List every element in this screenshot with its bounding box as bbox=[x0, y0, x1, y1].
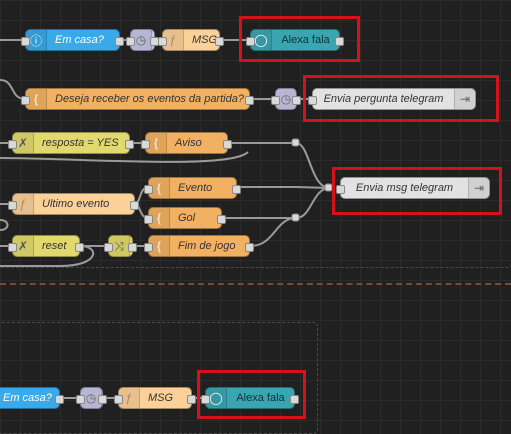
input-port[interactable] bbox=[144, 243, 153, 252]
switch-node[interactable]: ⤨ bbox=[104, 235, 137, 257]
output-port[interactable] bbox=[215, 37, 224, 46]
junction bbox=[291, 213, 300, 222]
output-port[interactable] bbox=[187, 395, 196, 404]
input-port[interactable] bbox=[126, 37, 135, 46]
highlight-box bbox=[332, 167, 502, 215]
node-label: Fim de jogo bbox=[178, 240, 236, 252]
em-casa-node[interactable]: ⓘ Em casa? bbox=[21, 29, 124, 51]
evento-template-node[interactable]: { Evento bbox=[144, 177, 241, 199]
node-label: Evento bbox=[178, 182, 213, 194]
highlight-box bbox=[239, 16, 360, 62]
node-label: Último evento bbox=[42, 198, 110, 210]
output-port[interactable] bbox=[217, 215, 226, 224]
node-label: Aviso bbox=[175, 137, 202, 149]
output-port[interactable] bbox=[130, 201, 139, 210]
reset-change-node[interactable]: ✗ reset bbox=[8, 235, 84, 257]
input-port[interactable] bbox=[21, 37, 30, 46]
input-port[interactable] bbox=[271, 96, 280, 105]
gol-template-node[interactable]: { Gol bbox=[144, 207, 226, 229]
highlight-box bbox=[303, 75, 499, 122]
input-port[interactable] bbox=[8, 140, 17, 149]
output-port[interactable] bbox=[75, 243, 84, 252]
output-port[interactable] bbox=[128, 243, 137, 252]
output-port[interactable] bbox=[245, 96, 254, 105]
node-label: Deseja receber os eventos da partida? bbox=[55, 93, 244, 105]
node-label: Em casa? bbox=[55, 34, 104, 46]
msg-function-node-bottom[interactable]: ƒ MSG bbox=[114, 387, 196, 409]
delay-node-bottom[interactable]: ◷ bbox=[76, 387, 107, 409]
input-port[interactable] bbox=[144, 215, 153, 224]
deseja-template-node[interactable]: { Deseja receber os eventos da partida? bbox=[21, 88, 254, 110]
node-label: Em casa? bbox=[3, 392, 52, 404]
input-port[interactable] bbox=[8, 243, 17, 252]
input-port[interactable] bbox=[144, 185, 153, 194]
input-port[interactable] bbox=[8, 201, 17, 210]
output-port[interactable] bbox=[98, 395, 107, 404]
resposta-change-node[interactable]: ✗ resposta = YES bbox=[8, 132, 134, 154]
input-port[interactable] bbox=[21, 96, 30, 105]
node-label: MSG bbox=[148, 392, 174, 404]
wire bbox=[0, 219, 9, 231]
wire bbox=[237, 186, 331, 189]
delay-node[interactable]: ◷ bbox=[126, 29, 159, 51]
input-port[interactable] bbox=[104, 243, 113, 252]
output-port[interactable] bbox=[232, 185, 241, 194]
em-casa-node-bottom[interactable]: Em casa? bbox=[0, 387, 64, 409]
input-port[interactable] bbox=[141, 140, 150, 149]
aviso-template-node[interactable]: { Aviso bbox=[141, 132, 232, 154]
output-port[interactable] bbox=[115, 37, 124, 46]
node-label: MSG bbox=[192, 34, 218, 46]
wire bbox=[228, 142, 331, 189]
output-port[interactable] bbox=[55, 395, 64, 404]
output-port[interactable] bbox=[245, 243, 254, 252]
ultimo-evento-function-node[interactable]: ƒ Último evento bbox=[8, 193, 139, 215]
node-label: reset bbox=[42, 240, 67, 252]
fim-de-jogo-template-node[interactable]: { Fim de jogo bbox=[144, 235, 254, 257]
wire bbox=[249, 217, 297, 247]
msg-function-node[interactable]: ƒ MSG bbox=[158, 29, 224, 51]
input-port[interactable] bbox=[76, 395, 85, 404]
output-port[interactable] bbox=[292, 96, 301, 105]
output-port[interactable] bbox=[223, 140, 232, 149]
node-label: resposta = YES bbox=[42, 137, 119, 149]
junction bbox=[291, 138, 300, 147]
output-port[interactable] bbox=[125, 140, 134, 149]
input-port[interactable] bbox=[114, 395, 123, 404]
input-port[interactable] bbox=[158, 37, 167, 46]
delay-node[interactable]: ◷ bbox=[271, 88, 301, 110]
highlight-box bbox=[197, 370, 306, 419]
node-label: Gol bbox=[178, 212, 196, 224]
junction bbox=[324, 183, 333, 192]
